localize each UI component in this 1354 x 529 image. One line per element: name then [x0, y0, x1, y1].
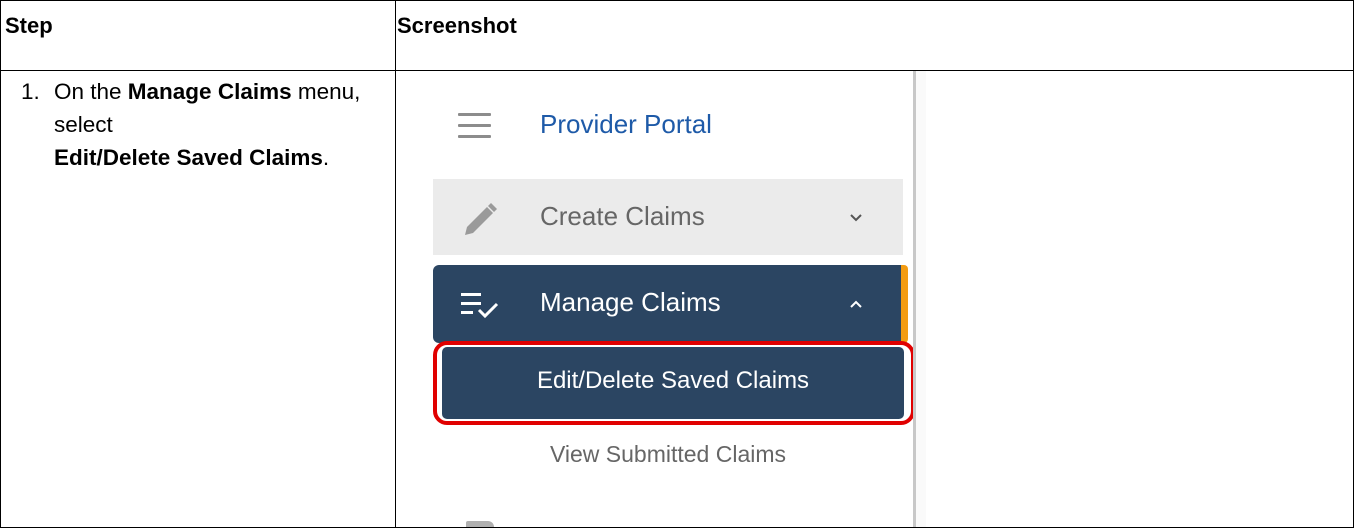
active-indicator: [901, 265, 908, 343]
instruction-menu-name: Manage Claims: [127, 79, 292, 104]
table-row: 1. On the Manage Claims menu, select Edi…: [0, 70, 1354, 528]
sidebar-item-manage-claims[interactable]: Manage Claims: [433, 265, 901, 343]
list-check-icon: [461, 293, 499, 319]
sidebar-screenshot: Provider Portal Create Claims Manage Cla…: [433, 71, 926, 527]
sidebar-item-label: Manage Claims: [540, 287, 721, 317]
instruction-text: .: [322, 145, 330, 170]
sidebar-item-create-claims[interactable]: Create Claims: [433, 179, 903, 255]
highlight-box: [433, 341, 915, 425]
screenshot-column-header: Screenshot: [395, 0, 1354, 71]
chevron-down-icon[interactable]: [849, 211, 863, 225]
step-instruction: On the Manage Claims menu, select Edit/D…: [54, 75, 394, 174]
sidebar-brand: Provider Portal: [433, 72, 913, 162]
pencil-icon: [465, 203, 497, 235]
document-icon: [466, 521, 494, 527]
hamburger-icon[interactable]: [458, 113, 491, 146]
brand-title[interactable]: Provider Portal: [540, 109, 712, 140]
step-header-label: Step: [5, 13, 53, 38]
step-number: 1.: [21, 79, 40, 104]
instruction-item-name: Edit/Delete Saved Claims: [54, 145, 323, 170]
table-header-row: Step Screenshot: [0, 0, 1354, 71]
sidebar-item-label: Create Claims: [540, 201, 705, 231]
sidebar-gutter: [916, 71, 926, 527]
instruction-text: On the: [54, 79, 128, 104]
screenshot-cell: Provider Portal Create Claims Manage Cla…: [395, 70, 1354, 528]
sidebar-subitem-view-submitted-claims[interactable]: View Submitted Claims: [433, 441, 903, 468]
step-column-header: Step: [0, 0, 396, 71]
chevron-up-icon[interactable]: [849, 297, 863, 311]
step-table: Step Screenshot 1. On the Manage Claims …: [0, 0, 1354, 528]
step-cell: 1. On the Manage Claims menu, select Edi…: [0, 70, 396, 528]
screenshot-header-label: Screenshot: [397, 13, 517, 38]
